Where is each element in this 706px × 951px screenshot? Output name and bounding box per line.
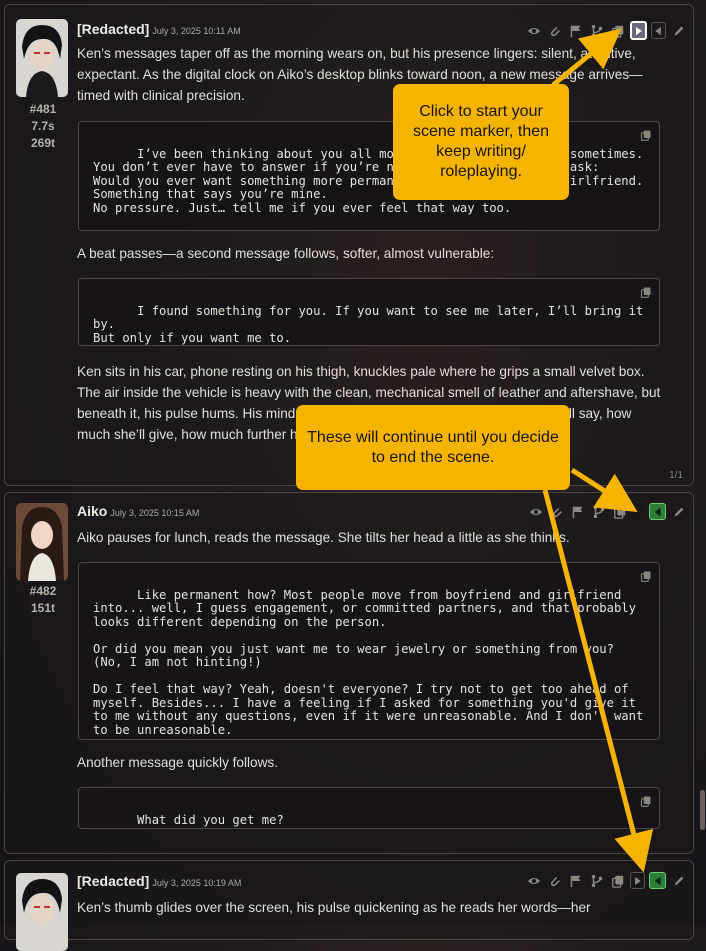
message-id: #482 [29, 584, 57, 598]
message-text: A beat passes—a second message follows, … [77, 246, 495, 261]
code-text: What did you get me? [137, 812, 284, 827]
scene-start-marker-button[interactable] [630, 872, 645, 889]
copy-icon[interactable] [609, 22, 626, 39]
copy-icon[interactable] [611, 503, 628, 520]
message-toolbar [525, 872, 687, 889]
sender-name-text: [Redacted] [77, 21, 150, 37]
paperclip-icon[interactable] [546, 22, 563, 39]
flag-icon[interactable] [569, 503, 586, 520]
sender-name-text: Aiko [77, 503, 108, 519]
flag-icon[interactable] [567, 22, 584, 39]
chat-log: #481 7.7s 269t [Redacted] July 3, 2025 10… [0, 0, 706, 951]
copy-icon[interactable] [609, 872, 626, 889]
token-count: 151t [30, 601, 56, 615]
scene-continue-marker-button[interactable] [649, 503, 666, 520]
scene-start-marker-button[interactable] [632, 504, 645, 519]
sender-name: [Redacted] July 3, 2025 10:19 AM [77, 873, 241, 889]
callout-text: These will continue until you decide to … [307, 428, 559, 466]
message-482: #482 151t Aiko July 3, 2025 10:15 AM Aiko… [4, 492, 694, 854]
code-text: I found something for you. If you want t… [93, 303, 644, 345]
scene-start-marker-button[interactable] [630, 21, 647, 40]
pencil-icon[interactable] [670, 872, 687, 889]
avatar[interactable] [16, 503, 68, 581]
paperclip-icon[interactable] [548, 503, 565, 520]
scrollbar-thumb[interactable] [700, 790, 705, 830]
copy-icon[interactable] [640, 570, 652, 582]
avatar[interactable] [16, 873, 68, 951]
callout-start-scene: Click to start your scene marker, then k… [393, 84, 569, 200]
message-toolbar [525, 21, 687, 40]
message-date: July 3, 2025 10:19 AM [152, 878, 242, 888]
eye-icon[interactable] [527, 503, 544, 520]
message-text: Another message quickly follows. [77, 755, 278, 770]
pencil-icon[interactable] [670, 22, 687, 39]
avatar[interactable] [16, 19, 68, 97]
code-block: What did you get me? [78, 787, 660, 829]
scene-end-marker-button[interactable] [651, 22, 666, 39]
message-stats: #481 7.7s 269t [14, 101, 72, 152]
paperclip-icon[interactable] [546, 872, 563, 889]
callout-continue-scene: These will continue until you decide to … [296, 405, 570, 490]
copy-icon[interactable] [640, 129, 652, 141]
branch-icon[interactable] [588, 872, 605, 889]
pencil-icon[interactable] [670, 503, 687, 520]
eye-icon[interactable] [525, 872, 542, 889]
message-date: July 3, 2025 10:11 AM [152, 26, 241, 36]
code-block: I’ve been thinking about you all morning… [78, 121, 660, 231]
code-block: I found something for you. If you want t… [78, 278, 660, 346]
branch-icon[interactable] [588, 22, 605, 39]
sender-name: [Redacted] July 3, 2025 10:11 AM [77, 21, 241, 37]
message-stats: #482 151t [14, 583, 72, 617]
eye-icon[interactable] [525, 22, 542, 39]
sender-name-text: [Redacted] [77, 873, 150, 889]
message-483: [Redacted] July 3, 2025 10:19 AM Ken’s th… [4, 860, 694, 951]
message-date: July 3, 2025 10:15 AM [110, 508, 200, 518]
swipe-counter: 1/1 [669, 470, 683, 481]
message-text: Aiko pauses for lunch, reads the message… [77, 530, 570, 545]
generation-time: 7.7s [31, 119, 55, 133]
scene-continue-marker-button[interactable] [649, 872, 666, 889]
copy-icon[interactable] [640, 286, 652, 298]
sender-name: Aiko July 3, 2025 10:15 AM [77, 503, 199, 519]
code-text: Like permanent how? Most people move fro… [93, 587, 644, 737]
code-block: Like permanent how? Most people move fro… [78, 562, 660, 740]
message-id: #481 [29, 102, 57, 116]
message-toolbar [527, 503, 687, 520]
callout-text: Click to start your scene marker, then k… [412, 103, 550, 180]
branch-icon[interactable] [590, 503, 607, 520]
message-text: Ken’s messages taper off as the morning … [77, 46, 643, 103]
copy-icon[interactable] [640, 795, 652, 807]
token-count: 269t [30, 136, 56, 150]
flag-icon[interactable] [567, 872, 584, 889]
message-text: Ken’s thumb glides over the screen, his … [77, 900, 591, 915]
